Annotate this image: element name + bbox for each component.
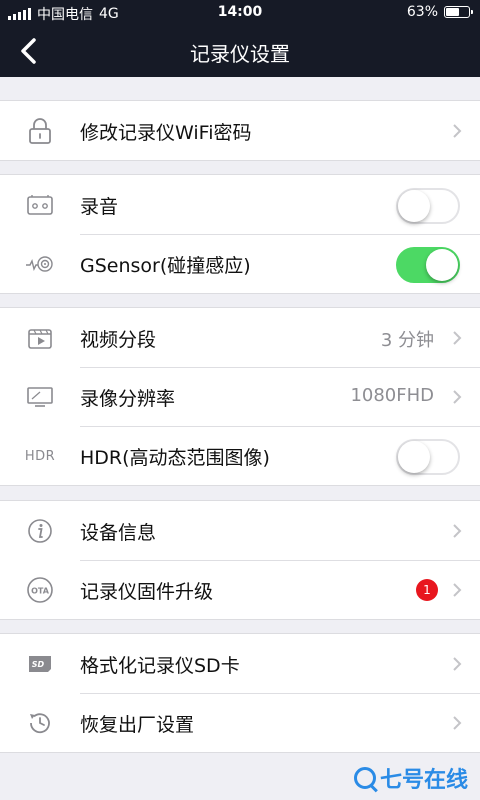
battery-percent: 63% — [406, 4, 438, 20]
battery-icon — [444, 6, 473, 18]
chevron-right-icon — [453, 524, 462, 538]
hdr-icon: HDR — [24, 441, 56, 471]
section-wifi: 修改记录仪WiFi密码 — [0, 100, 480, 161]
row-device-info[interactable]: 设备信息 — [0, 501, 480, 560]
status-right: 63% — [406, 4, 473, 20]
section-device: 设备信息 OTA 记录仪固件升级 1 — [0, 500, 480, 620]
row-video-segment[interactable]: 视频分段 3 分钟 — [0, 308, 480, 367]
vibration-sensor-icon — [24, 249, 56, 279]
watermark-text: 七号在线 — [379, 768, 468, 793]
row-format-sd[interactable]: SD 格式化记录仪SD卡 — [0, 634, 480, 693]
page-title: 记录仪设置 — [190, 42, 290, 66]
chevron-right-icon — [453, 331, 462, 345]
chevron-right-icon — [453, 657, 462, 671]
resolution-value: 1080FHD — [350, 385, 434, 406]
section-video: 视频分段 3 分钟 录像分辨率 1080FHD HDR HDR(高动态范围图像) — [0, 307, 480, 486]
row-hdr: HDR HDR(高动态范围图像) — [0, 426, 480, 485]
info-icon — [24, 516, 56, 546]
ota-icon: OTA — [24, 575, 56, 605]
audio-toggle[interactable] — [396, 188, 460, 224]
device-info-label: 设备信息 — [80, 522, 157, 544]
row-firmware-upgrade[interactable]: OTA 记录仪固件升级 1 — [0, 560, 480, 619]
row-resolution[interactable]: 录像分辨率 1080FHD — [0, 367, 480, 426]
toggle-knob — [398, 441, 430, 473]
row-audio-recording: 录音 — [0, 175, 480, 234]
video-segment-label: 视频分段 — [80, 329, 157, 351]
gsensor-label: GSensor(碰撞感应) — [80, 255, 251, 277]
row-factory-reset[interactable]: 恢复出厂设置 — [0, 693, 480, 752]
chevron-right-icon — [453, 390, 462, 404]
chevron-right-icon — [453, 124, 462, 138]
video-clip-icon — [24, 323, 56, 353]
status-bar: 中国电信 4G 14:00 63% — [0, 0, 480, 25]
gsensor-toggle[interactable] — [396, 247, 460, 283]
update-badge: 1 — [416, 579, 438, 601]
section-recording: 录音 GSensor(碰撞感应) — [0, 174, 480, 294]
lock-icon — [24, 116, 56, 146]
wifi-password-label: 修改记录仪WiFi密码 — [80, 122, 252, 144]
svg-text:OTA: OTA — [31, 587, 50, 596]
hdr-icon-text: HDR — [24, 448, 56, 464]
chevron-right-icon — [453, 583, 462, 597]
factory-reset-label: 恢复出厂设置 — [80, 714, 195, 736]
hdr-label: HDR(高动态范围图像) — [80, 447, 270, 469]
resolution-label: 录像分辨率 — [80, 388, 176, 410]
row-gsensor: GSensor(碰撞感应) — [0, 234, 480, 293]
cassette-icon — [24, 190, 56, 220]
firmware-label: 记录仪固件升级 — [80, 581, 214, 603]
hdr-toggle[interactable] — [396, 439, 460, 475]
audio-label: 录音 — [80, 196, 119, 218]
format-sd-label: 格式化记录仪SD卡 — [80, 655, 240, 677]
toggle-knob — [398, 190, 430, 222]
row-change-wifi-password[interactable]: 修改记录仪WiFi密码 — [0, 101, 480, 160]
section-maintenance: SD 格式化记录仪SD卡 恢复出厂设置 — [0, 633, 480, 753]
history-reset-icon — [24, 708, 56, 738]
nav-bar: 记录仪设置 — [0, 25, 480, 77]
chevron-right-icon — [453, 716, 462, 730]
video-segment-value: 3 分钟 — [380, 330, 434, 351]
monitor-icon — [24, 382, 56, 412]
toggle-knob — [426, 249, 458, 281]
watermark-logo-icon — [353, 767, 376, 789]
sd-card-icon: SD — [24, 649, 56, 679]
svg-text:SD: SD — [32, 660, 45, 669]
watermark: 七号在线 — [353, 762, 468, 794]
